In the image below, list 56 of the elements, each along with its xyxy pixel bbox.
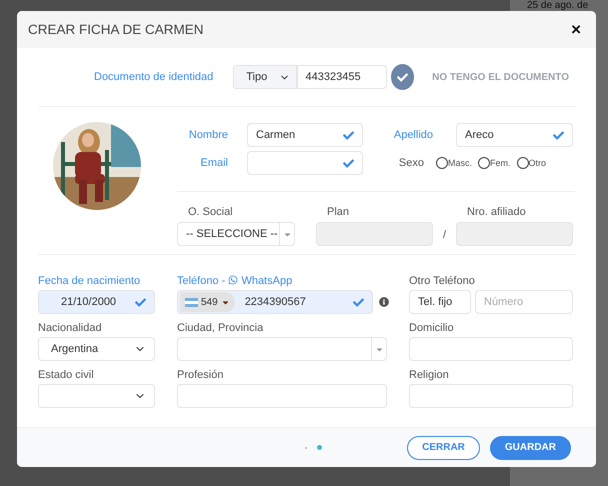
- surname-field[interactable]: Areco: [456, 123, 573, 147]
- field-label: Otro Teléfono: [409, 275, 476, 287]
- field-label: Sexo: [398, 157, 424, 169]
- field-label: Domicilio: [409, 322, 455, 334]
- field-label: Estado civil: [38, 369, 95, 381]
- name-field[interactable]: Carmen: [247, 123, 363, 147]
- type-select[interactable]: Tipo: [233, 65, 297, 89]
- text-field[interactable]: [409, 337, 573, 361]
- country-code-select[interactable]: 549: [180, 292, 235, 312]
- sex-radio[interactable]: Otro: [516, 157, 546, 169]
- birth-date-field[interactable]: 21/10/2000: [38, 290, 155, 314]
- field-label: Fecha de nacimiento: [38, 275, 142, 287]
- field-label: Ciudad, Provincia: [177, 322, 264, 334]
- phone-type-field[interactable]: Tel. fijo: [409, 290, 471, 314]
- info-icon[interactable]: [379, 297, 389, 307]
- confirm-button[interactable]: [390, 64, 414, 90]
- close-button[interactable]: CERRAR: [407, 436, 480, 460]
- member-field[interactable]: [456, 222, 573, 246]
- select-field[interactable]: [177, 337, 387, 361]
- plan-field[interactable]: [316, 222, 433, 246]
- email-field[interactable]: [247, 151, 363, 175]
- modal-title: CREAR FICHA DE CARMEN: [28, 22, 204, 37]
- field-label: Nacionalidad: [38, 322, 103, 334]
- sex-radio[interactable]: Masc.: [436, 157, 472, 169]
- select-field[interactable]: Argentina: [38, 337, 155, 361]
- field-label: Nombre: [188, 129, 228, 141]
- field-label: Apellido: [394, 129, 433, 141]
- whatsapp-icon: [228, 275, 238, 285]
- close-button[interactable]: ×: [571, 20, 581, 40]
- field-label: Teléfono - WhatsApp: [177, 275, 294, 287]
- sex-radio[interactable]: Fem.: [478, 157, 511, 169]
- text-field[interactable]: [409, 384, 573, 408]
- page-dot[interactable]: [317, 445, 322, 450]
- text-field[interactable]: [177, 384, 387, 408]
- radio-label: Otro: [528, 158, 546, 168]
- field-label: Email: [200, 157, 228, 169]
- phone-field[interactable]: 549 2234390567: [177, 290, 373, 314]
- field-label: Profesión: [177, 369, 224, 381]
- select-field[interactable]: [38, 384, 155, 408]
- document-field[interactable]: 443323455: [296, 65, 387, 89]
- field-label: Documento de identidad: [94, 71, 214, 83]
- field-label: Nro. afiliado: [466, 206, 527, 218]
- backdrop-date: 25 de ago. de: [527, 0, 588, 11]
- field-label: Religion: [409, 369, 450, 381]
- social-select[interactable]: -- SELECCIONE --: [177, 222, 295, 246]
- radio-icon[interactable]: [516, 157, 529, 169]
- field-label: Plan: [326, 206, 350, 218]
- radio-icon[interactable]: [436, 157, 448, 169]
- radio-label: Masc.: [448, 158, 472, 168]
- flag-icon: [185, 298, 198, 306]
- check-icon: [396, 72, 408, 82]
- save-button[interactable]: GUARDAR: [490, 436, 571, 460]
- radio-label: Fem.: [490, 158, 511, 168]
- separator: /: [442, 229, 448, 243]
- field-label: O. Social: [187, 206, 234, 218]
- radio-icon[interactable]: [478, 157, 490, 169]
